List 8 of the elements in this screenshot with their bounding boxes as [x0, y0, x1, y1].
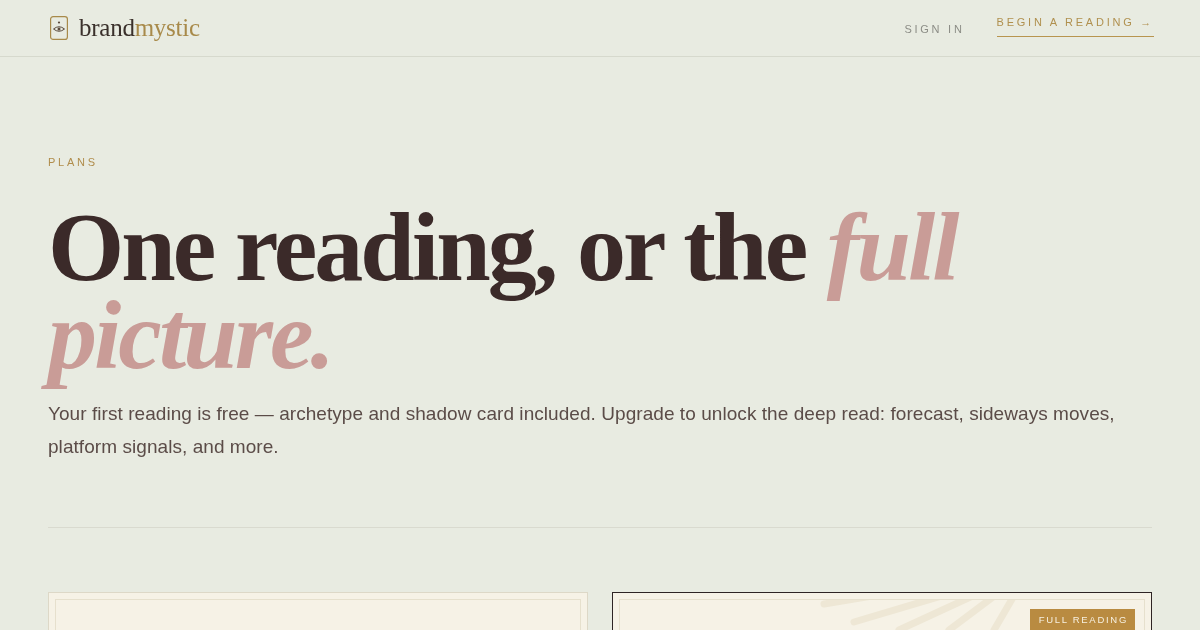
eye-card-logo-icon[interactable] — [50, 16, 68, 40]
hero-description: Your first reading is free — archetype and shadow card included. Upgrade to unlock the deep read: forecast, sideways moves, platform signals, and more. — [48, 402, 1116, 459]
plan-badge: FULL READING — [1029, 609, 1135, 630]
begin-reading-link[interactable]: BEGIN A READING → — [996, 15, 1154, 37]
hero-heading: One reading, or the full picture. — [36, 189, 1164, 399]
section-eyebrow: PLANS — [48, 157, 98, 168]
logo-wordmark[interactable]: brandmystic — [79, 14, 200, 42]
sign-in-link[interactable]: SIGN IN — [904, 23, 965, 36]
